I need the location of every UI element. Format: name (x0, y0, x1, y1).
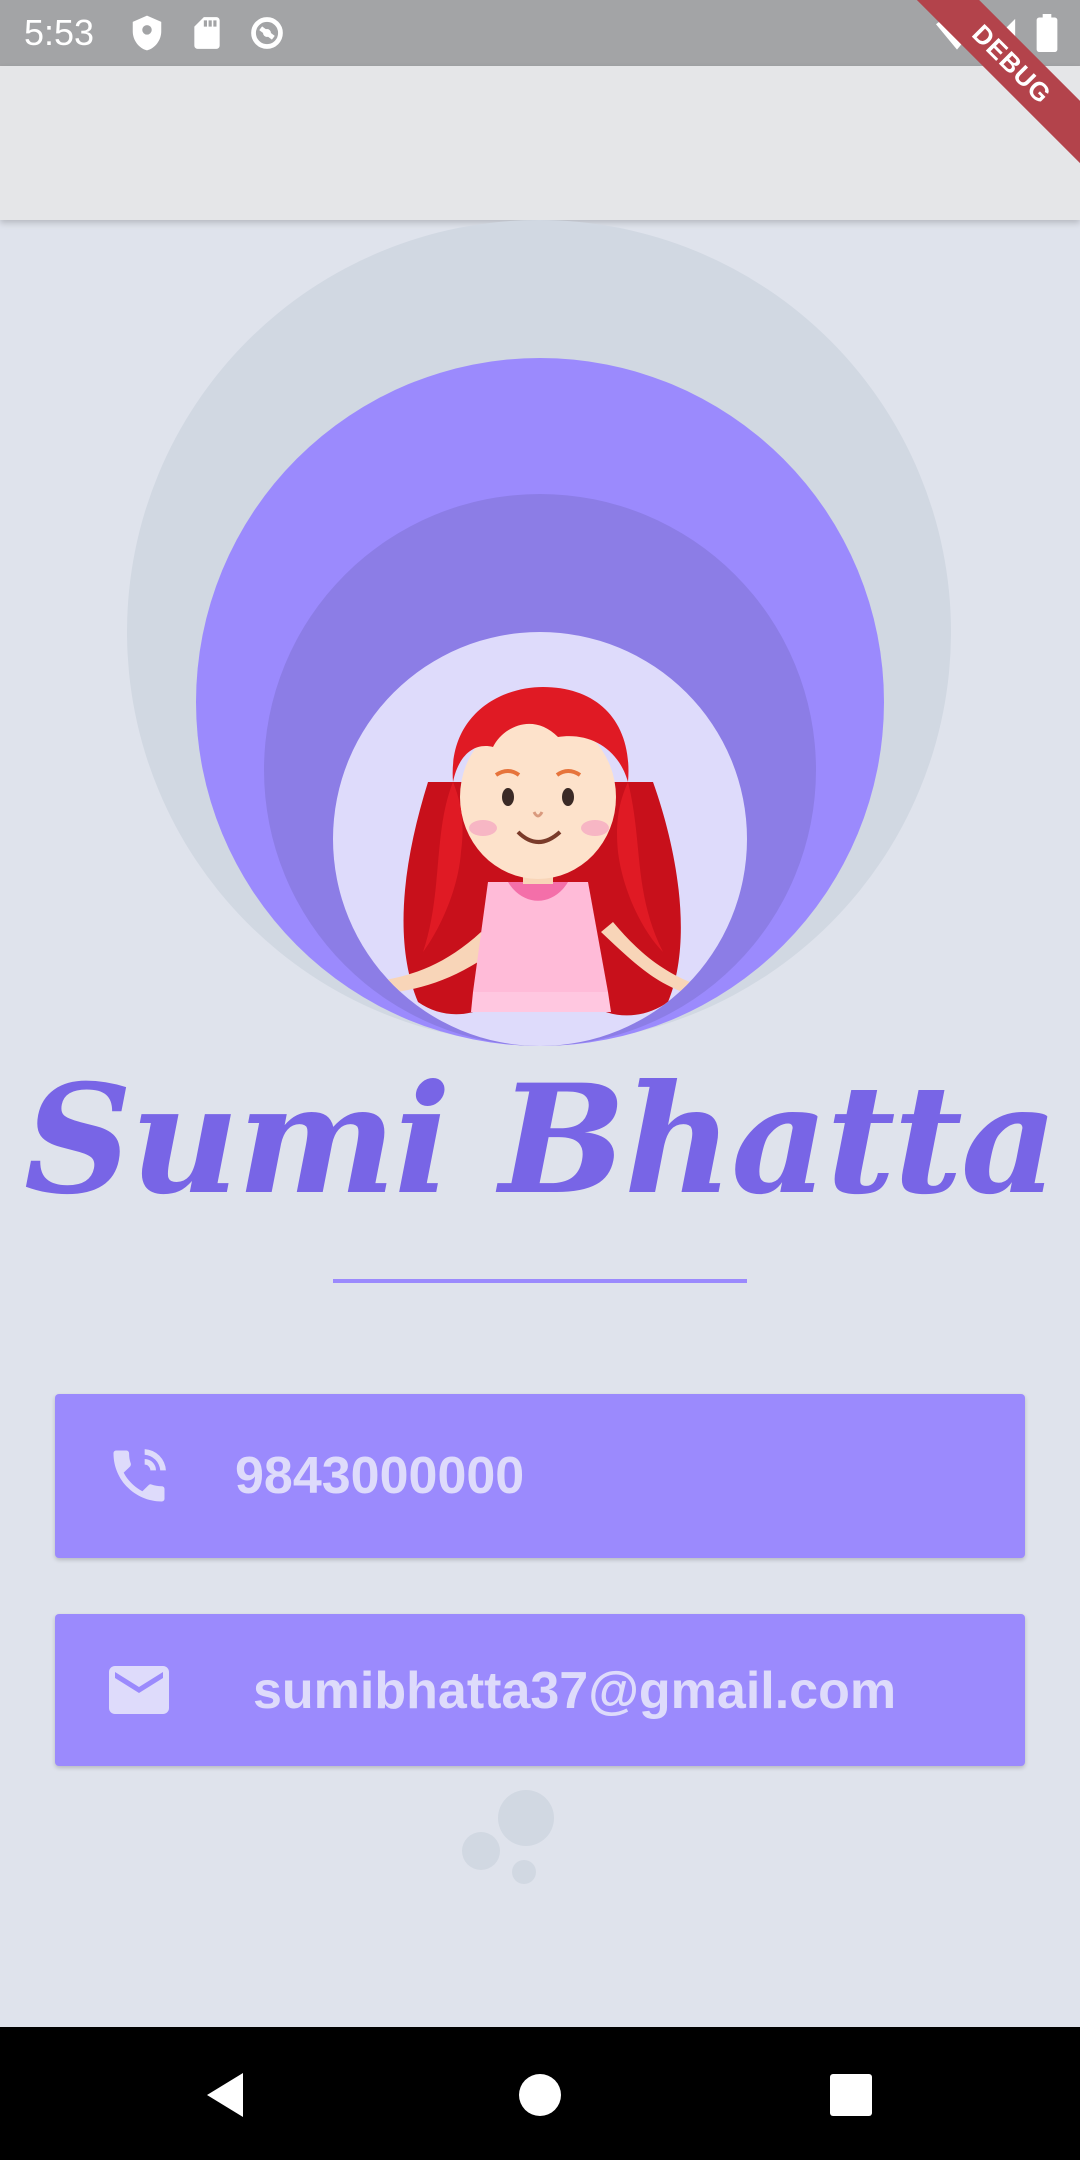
back-icon[interactable] (203, 2071, 247, 2124)
email-address: sumibhatta37@gmail.com (253, 1662, 897, 1720)
battery-icon (1036, 14, 1058, 57)
bubble-medium (462, 1832, 500, 1870)
home-icon[interactable] (518, 2073, 562, 2122)
avatar (333, 632, 747, 1046)
name-divider (333, 1279, 747, 1283)
phone-card[interactable]: 9843000000 (55, 1394, 1025, 1558)
girl-avatar-icon (373, 687, 695, 1016)
bubble-large (498, 1790, 554, 1846)
phone-icon (105, 1442, 173, 1515)
bubble-small (512, 1860, 536, 1884)
sync-icon (248, 14, 286, 52)
recents-icon[interactable] (829, 2073, 873, 2122)
status-bar: 5:53 (0, 0, 1080, 66)
signal-icon (984, 16, 1018, 55)
app-bar (0, 66, 1080, 220)
status-time: 5:53 (24, 12, 95, 53)
nav-bar (0, 2027, 1080, 2160)
wifi-icon (936, 16, 978, 55)
phone-number: 9843000000 (235, 1447, 525, 1505)
mail-icon (103, 1654, 175, 1731)
screen: 5:53 DEBUG Sumi Bhatta 9843000000 sumibh… (0, 0, 1080, 2160)
email-card[interactable]: sumibhatta37@gmail.com (55, 1614, 1025, 1766)
profile-name: Sumi Bhatta (23, 1052, 1058, 1228)
sd-card-icon (188, 14, 226, 52)
shield-icon (128, 14, 166, 52)
